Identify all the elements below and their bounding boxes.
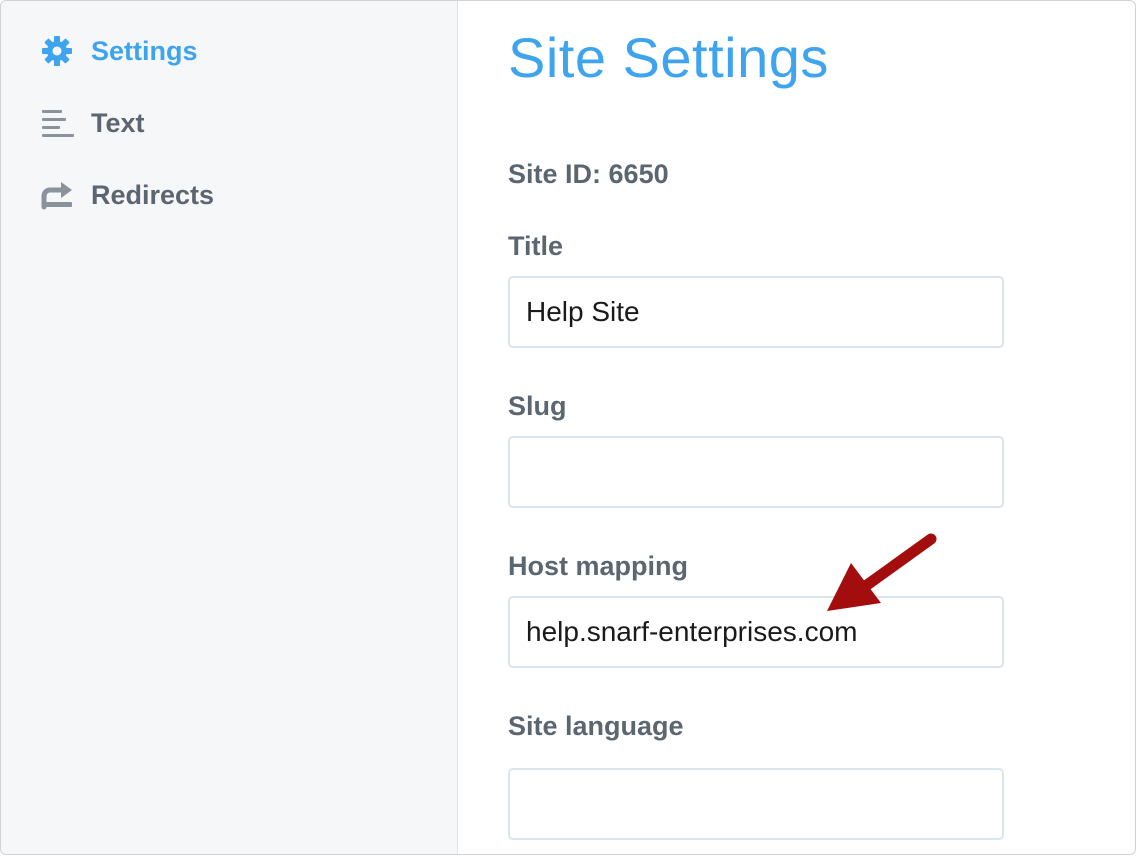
slug-field[interactable] xyxy=(508,436,1004,508)
app-window: Settings Text Redirects Site Settings Si… xyxy=(0,0,1136,855)
redirect-arrow-icon xyxy=(41,177,77,213)
sidebar-item-redirects[interactable]: Redirects xyxy=(41,177,214,213)
pointer-arrow-icon xyxy=(827,533,937,611)
gear-icon xyxy=(41,33,77,69)
sidebar-item-label: Redirects xyxy=(91,179,215,210)
site-id-value: 6650 xyxy=(608,159,669,189)
sidebar-item-label: Text xyxy=(91,107,145,138)
sidebar-item-label: Settings xyxy=(91,35,198,66)
sidebar-item-text[interactable]: Text xyxy=(41,105,145,141)
title-field[interactable] xyxy=(508,276,1004,348)
settings-panel: Site Settings Site ID: 6650 Title Slug H… xyxy=(458,1,1135,854)
sidebar: Settings Text Redirects xyxy=(1,1,458,854)
site-language-field-label: Site language xyxy=(508,711,684,741)
text-lines-icon xyxy=(41,105,77,141)
host-mapping-field-label: Host mapping xyxy=(508,551,688,581)
slug-field-label: Slug xyxy=(508,391,567,421)
site-id-label: Site ID: xyxy=(508,159,602,189)
site-id: Site ID: 6650 xyxy=(508,159,669,190)
page-title: Site Settings xyxy=(508,26,829,89)
sidebar-item-settings[interactable]: Settings xyxy=(41,33,198,69)
site-language-field[interactable] xyxy=(508,768,1004,840)
title-field-label: Title xyxy=(508,231,564,261)
